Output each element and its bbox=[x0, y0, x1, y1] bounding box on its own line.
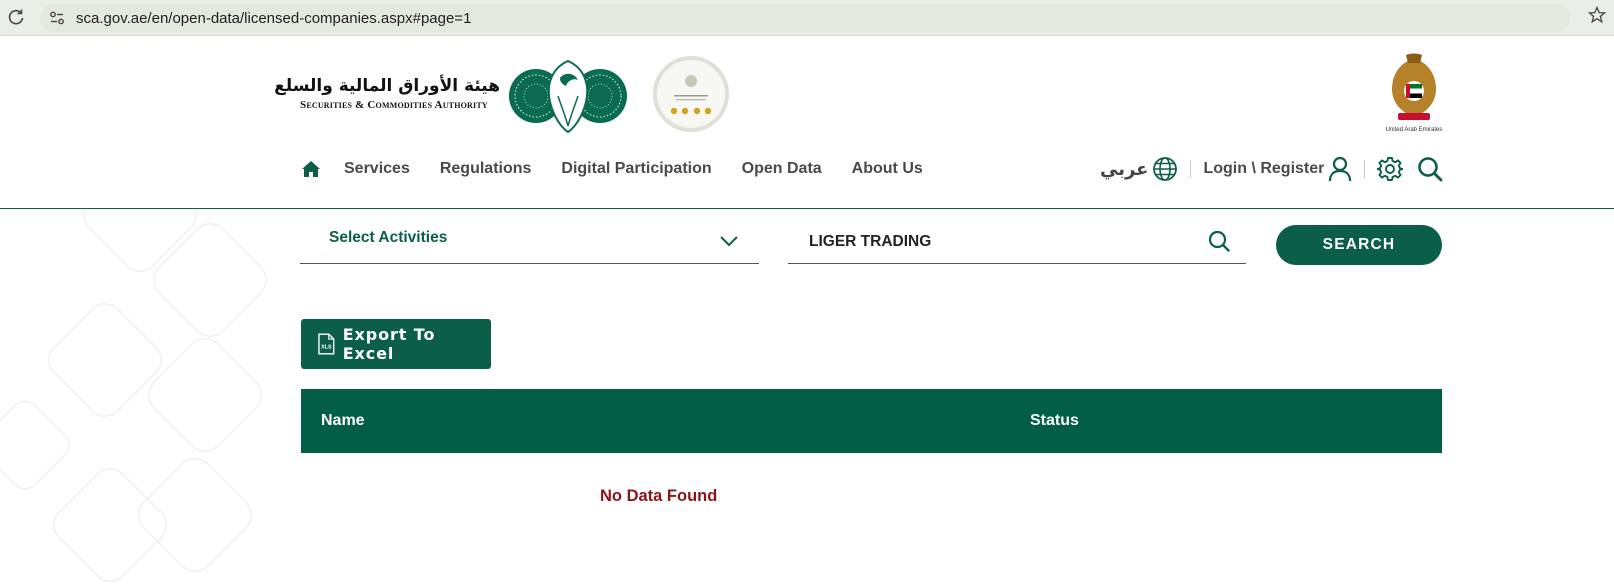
login-register-link[interactable]: Login \ Register bbox=[1203, 160, 1324, 178]
globe-icon[interactable] bbox=[1152, 156, 1178, 182]
utility-nav: عربي Login \ Register bbox=[1100, 151, 1443, 187]
uae-emblem[interactable]: United Arab Emirates bbox=[1384, 53, 1444, 135]
nav-divider bbox=[1190, 160, 1192, 178]
bookmark-star-icon[interactable] bbox=[1588, 6, 1606, 24]
svg-text:United Arab Emirates: United Arab Emirates bbox=[1386, 127, 1443, 133]
award-badge-icon[interactable] bbox=[652, 55, 730, 133]
empty-state-message: No Data Found bbox=[600, 487, 718, 505]
gear-icon[interactable] bbox=[1377, 156, 1404, 182]
nav-regulations[interactable]: Regulations bbox=[440, 160, 532, 178]
sca-falcon-emblem[interactable] bbox=[508, 56, 628, 136]
language-switch[interactable]: عربي bbox=[1100, 159, 1148, 180]
activities-select[interactable]: Select Activities bbox=[300, 222, 759, 264]
column-header-name[interactable]: Name bbox=[321, 412, 365, 430]
search-button[interactable]: SEARCH bbox=[1276, 225, 1442, 265]
svg-text:XLS: XLS bbox=[321, 344, 332, 350]
nav-digital-participation[interactable]: Digital Participation bbox=[561, 160, 711, 178]
search-icon[interactable] bbox=[1208, 230, 1230, 252]
export-excel-label: Export To Excel bbox=[342, 325, 436, 363]
nav-divider bbox=[1364, 160, 1366, 178]
main-nav: Services Regulations Digital Participati… bbox=[300, 151, 953, 187]
sca-logo-text[interactable]: هيئة الأوراق المالية والسلع Securities &… bbox=[274, 75, 500, 111]
reload-icon[interactable] bbox=[6, 7, 26, 27]
logo-english: Securities & Commodities Authority bbox=[300, 99, 488, 111]
address-bar[interactable]: sca.gov.ae/en/open-data/licensed-compani… bbox=[40, 4, 1570, 32]
user-icon[interactable] bbox=[1328, 156, 1352, 182]
search-icon[interactable] bbox=[1417, 156, 1443, 182]
company-search-input[interactable] bbox=[809, 233, 1189, 251]
xls-file-icon: XLS bbox=[318, 333, 335, 355]
company-search-field bbox=[788, 222, 1246, 264]
site-header: هيئة الأوراق المالية والسلع Securities &… bbox=[0, 37, 1614, 209]
column-header-status[interactable]: Status bbox=[1030, 412, 1079, 430]
nav-services[interactable]: Services bbox=[344, 160, 410, 178]
nav-about-us[interactable]: About Us bbox=[852, 160, 923, 178]
chevron-down-icon bbox=[720, 236, 738, 247]
browser-toolbar: sca.gov.ae/en/open-data/licensed-compani… bbox=[0, 0, 1614, 36]
background-pattern bbox=[0, 210, 267, 582]
logo-arabic: هيئة الأوراق المالية والسلع bbox=[274, 76, 500, 96]
url-text[interactable]: sca.gov.ae/en/open-data/licensed-compani… bbox=[76, 10, 471, 27]
site-info-icon[interactable] bbox=[48, 9, 66, 27]
activities-select-label: Select Activities bbox=[329, 229, 448, 246]
results-table-header: Name Status bbox=[301, 389, 1442, 453]
nav-open-data[interactable]: Open Data bbox=[742, 160, 822, 178]
export-excel-button[interactable]: XLS Export To Excel bbox=[301, 319, 491, 369]
home-icon[interactable] bbox=[300, 158, 322, 180]
